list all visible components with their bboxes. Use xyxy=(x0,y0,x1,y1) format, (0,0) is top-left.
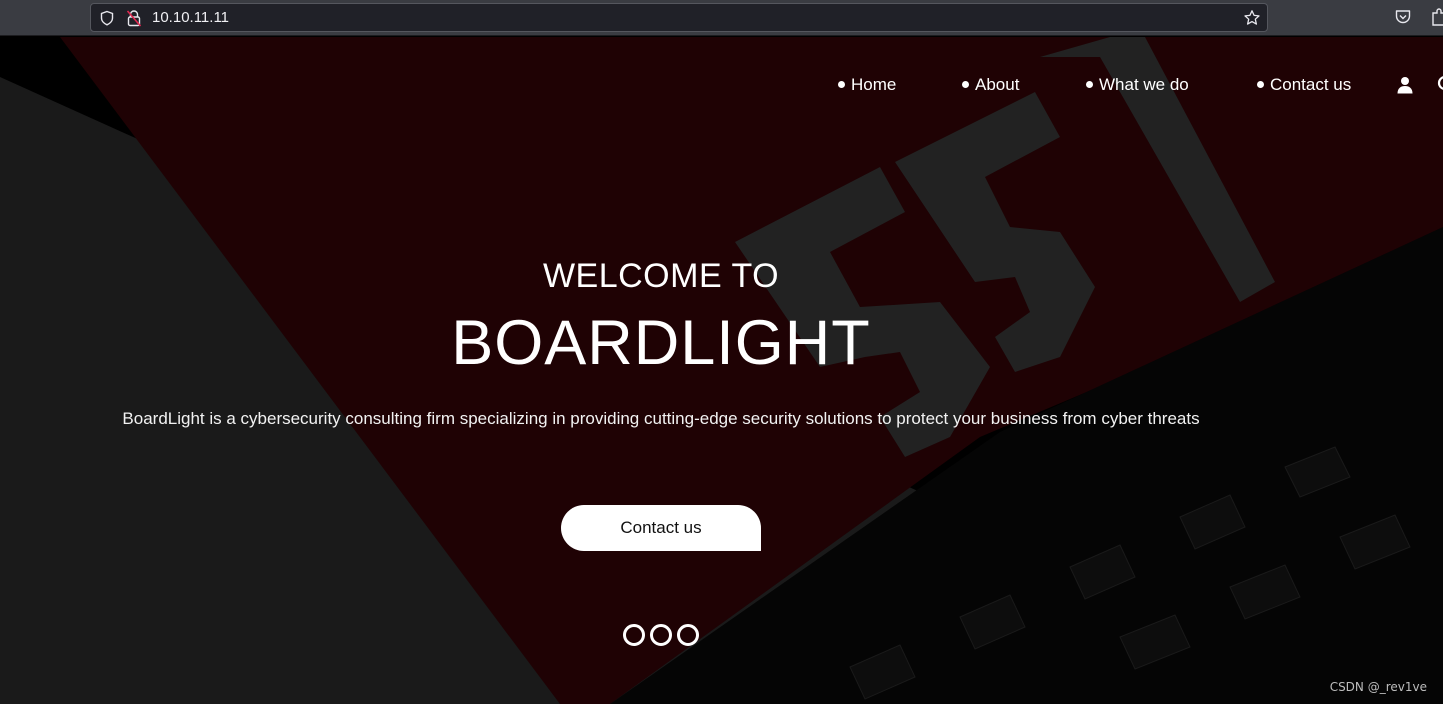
nav-item-home[interactable]: Home xyxy=(838,74,896,96)
nav-item-about[interactable]: About xyxy=(962,74,1019,96)
insecure-lock-icon[interactable] xyxy=(126,9,142,27)
nav-item-label: About xyxy=(975,75,1020,94)
shield-icon[interactable] xyxy=(99,10,115,26)
url-text[interactable]: 10.10.11.11 xyxy=(152,9,229,27)
bullet-icon xyxy=(838,80,845,88)
browser-toolbar: 10.10.11.11 xyxy=(0,0,1443,36)
hero-section: Home About What we do Contact us WELCOME… xyxy=(0,37,1443,704)
user-icon[interactable] xyxy=(1396,76,1414,94)
welcome-heading: WELCOME TO xyxy=(542,257,780,295)
hero-description: BoardLight is a cybersecurity consulting… xyxy=(122,409,1200,428)
brand-title: BOARDLIGHT xyxy=(451,308,871,378)
carousel-indicators xyxy=(623,624,699,646)
contact-us-button[interactable]: Contact us xyxy=(561,505,761,551)
nav-item-label: Home xyxy=(851,75,897,94)
bullet-icon xyxy=(1086,80,1093,88)
carousel-indicator-1[interactable] xyxy=(623,624,645,646)
carousel-indicator-2[interactable] xyxy=(650,624,672,646)
nav-item-what-we-do[interactable]: What we do xyxy=(1086,74,1189,96)
address-bar[interactable]: 10.10.11.11 xyxy=(90,3,1268,32)
search-icon[interactable] xyxy=(1437,75,1443,93)
carousel-indicator-3[interactable] xyxy=(677,624,699,646)
nav-item-contact-us[interactable]: Contact us xyxy=(1257,74,1351,96)
extensions-icon[interactable] xyxy=(1431,7,1443,27)
nav-item-label: What we do xyxy=(1099,75,1189,94)
watermark: CSDN @_rev1ve xyxy=(1329,680,1427,694)
pocket-icon[interactable] xyxy=(1394,8,1412,26)
bullet-icon xyxy=(962,80,969,88)
bookmark-star-icon[interactable] xyxy=(1243,9,1261,27)
main-nav: Home About What we do Contact us xyxy=(0,74,1443,100)
nav-item-label: Contact us xyxy=(1270,75,1352,94)
bullet-icon xyxy=(1257,80,1264,88)
